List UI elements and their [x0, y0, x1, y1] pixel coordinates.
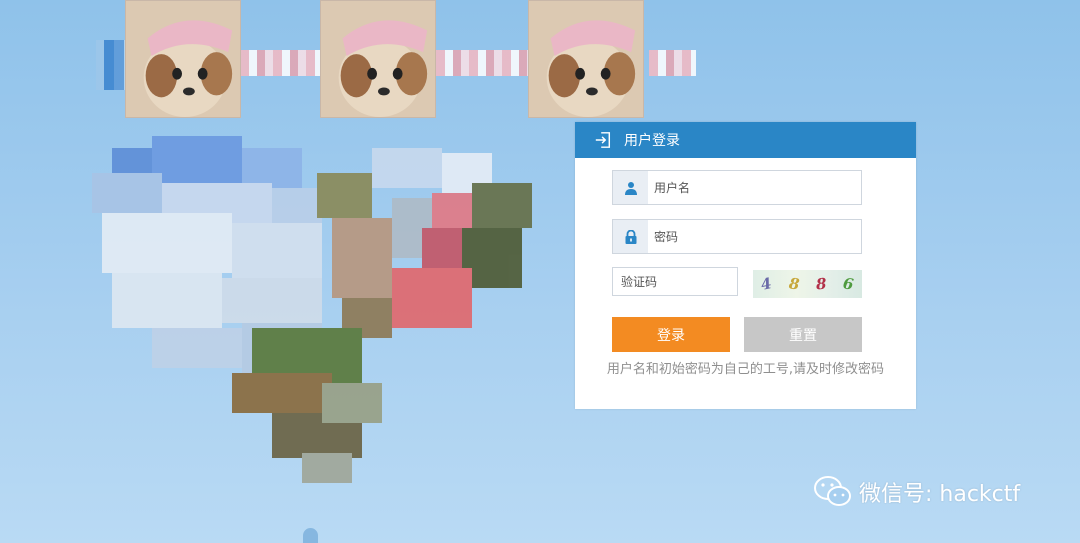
username-field	[612, 170, 862, 205]
captcha-image[interactable]: 4 8 8 6	[753, 270, 862, 298]
pixelated-background-image	[92, 128, 542, 490]
login-title: 用户登录	[624, 133, 680, 149]
login-button[interactable]: 登录	[612, 317, 730, 352]
decorative-dot	[303, 528, 318, 543]
logo-band	[649, 50, 696, 76]
dog-avatar-image	[528, 0, 644, 118]
password-field	[612, 219, 862, 254]
login-arrow-icon	[595, 132, 611, 148]
captcha-input[interactable]	[612, 267, 738, 296]
login-panel: 用户登录 4 8 8 6 登录 重置 用户名和初始密码为自己的工号,请及时修改密…	[575, 122, 916, 409]
lock-icon	[613, 220, 648, 253]
wechat-watermark: 微信号: hackctf	[813, 474, 1020, 510]
dog-avatar-image	[125, 0, 241, 118]
wechat-icon	[814, 476, 851, 506]
captcha-char: 4	[759, 274, 774, 294]
logo-band	[436, 50, 528, 76]
login-hint-text: 用户名和初始密码为自己的工号,请及时修改密码	[606, 362, 885, 377]
captcha-char: 8	[787, 274, 801, 294]
captcha-char: 8	[815, 274, 827, 294]
watermark-text: 微信号: hackctf	[859, 482, 1021, 507]
dog-avatar-image	[320, 0, 436, 118]
reset-button[interactable]: 重置	[744, 317, 862, 352]
user-icon	[613, 171, 648, 204]
password-input[interactable]	[648, 221, 860, 252]
logo-band	[240, 50, 320, 76]
username-input[interactable]	[648, 172, 860, 203]
captcha-char: 6	[841, 274, 855, 294]
login-header: 用户登录	[575, 122, 916, 158]
